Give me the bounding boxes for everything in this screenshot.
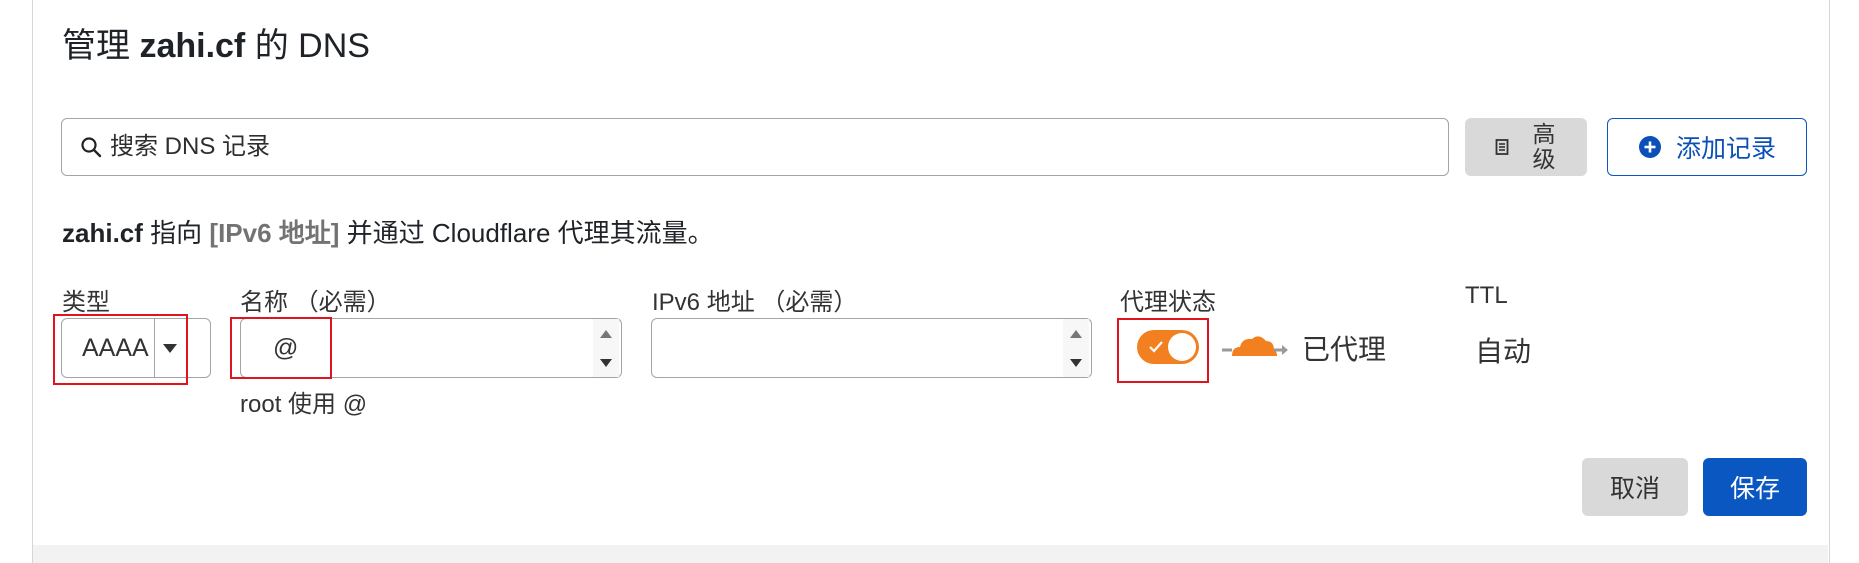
name-field-spinner[interactable] xyxy=(593,319,619,377)
name-field-value: @ xyxy=(273,333,299,362)
add-record-label: 添加记录 xyxy=(1675,135,1776,163)
cancel-button[interactable]: 取消 xyxy=(1582,458,1688,516)
type-label: 类型 xyxy=(62,289,110,316)
title-suffix: 的 DNS xyxy=(254,27,370,65)
ipv6-address-field[interactable] xyxy=(651,318,1092,378)
record-description: zahi.cf 指向 [IPv6 地址] 并通过 Cloudflare 代理其流… xyxy=(62,213,714,250)
table-header-strip xyxy=(33,545,1828,563)
search-input[interactable] xyxy=(108,132,1412,162)
add-record-button[interactable]: 添加记录 xyxy=(1607,118,1807,176)
spinner-up-icon[interactable] xyxy=(600,329,612,338)
caret-down-icon xyxy=(163,343,177,353)
toggle-knob xyxy=(1168,333,1196,361)
ttl-value: 自动 xyxy=(1475,336,1532,367)
cloud-proxied-icon xyxy=(1222,336,1288,356)
desc-highlight: [IPv6 地址] xyxy=(209,218,340,248)
document-icon xyxy=(1495,139,1509,155)
dropdown-arrow[interactable] xyxy=(155,343,185,353)
desc-text2: 并通过 Cloudflare 代理其流量。 xyxy=(346,218,714,248)
desc-text1: 指向 xyxy=(150,218,203,248)
proxy-status-label: 代理状态 xyxy=(1120,289,1216,316)
proxy-toggle[interactable] xyxy=(1137,330,1199,364)
proxy-status-text: 已代理 xyxy=(1302,334,1387,365)
name-label: 名称 （必需） xyxy=(240,289,391,316)
plus-circle-icon xyxy=(1638,136,1661,158)
search-box[interactable] xyxy=(61,118,1449,176)
name-field[interactable]: @ xyxy=(240,318,622,378)
ipv6-field-spinner[interactable] xyxy=(1063,319,1089,377)
spinner-up-icon[interactable] xyxy=(1070,329,1082,338)
save-button[interactable]: 保存 xyxy=(1703,458,1807,516)
type-select-value: AAAA xyxy=(82,333,149,362)
ttl-label: TTL xyxy=(1465,282,1508,309)
ipv6-label: IPv6 地址 （必需） xyxy=(652,289,858,316)
page-title: 管理 zahi.cf 的 DNS xyxy=(62,18,370,67)
advanced-button[interactable]: 高级 xyxy=(1465,118,1587,176)
spinner-down-icon[interactable] xyxy=(600,358,612,367)
desc-domain: zahi.cf xyxy=(62,218,143,248)
search-icon xyxy=(81,137,102,158)
spinner-down-icon[interactable] xyxy=(1070,358,1082,367)
name-hint: root 使用 @ xyxy=(240,391,368,418)
title-prefix: 管理 xyxy=(62,27,130,65)
advanced-button-label: 高级 xyxy=(1532,121,1556,172)
type-select[interactable]: AAAA xyxy=(61,318,211,378)
title-domain: zahi.cf xyxy=(139,27,246,65)
check-icon xyxy=(1149,341,1163,353)
